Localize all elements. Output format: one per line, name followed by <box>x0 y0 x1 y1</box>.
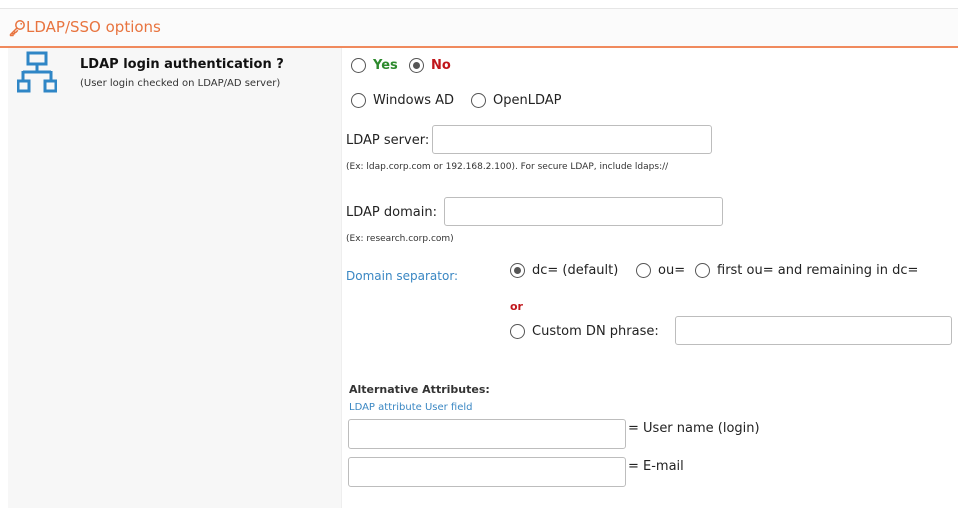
alt-attributes-heading: Alternative Attributes: <box>349 383 490 396</box>
section-header: LDAP/SSO options <box>0 9 958 48</box>
key-icon <box>9 20 25 37</box>
yes-label: Yes <box>373 58 398 73</box>
section-title: LDAP/SSO options <box>26 18 161 36</box>
column-divider <box>341 48 342 508</box>
ldap-server-label: LDAP server: <box>346 133 430 148</box>
domain-separator-label: Domain separator: <box>346 269 459 283</box>
ldap-server-input[interactable] <box>432 125 712 154</box>
ldap-domain-input[interactable] <box>444 197 723 226</box>
yes-radio[interactable] <box>351 58 366 73</box>
option-title: LDAP login authentication ? <box>80 57 284 72</box>
custom-dn-label: Custom DN phrase: <box>532 324 659 339</box>
custom-dn-radio[interactable] <box>510 324 525 339</box>
first-ou-label: first ou= and remaining in dc= <box>717 263 919 278</box>
first-ou-radio[interactable] <box>695 263 710 278</box>
option-label-column <box>8 48 341 508</box>
ou-label: ou= <box>658 263 686 278</box>
openldap-radio[interactable] <box>471 93 486 108</box>
or-label: or <box>510 300 523 313</box>
dc-default-radio[interactable] <box>510 263 525 278</box>
custom-dn-input[interactable] <box>675 316 952 345</box>
option-description: (User login checked on LDAP/AD server) <box>80 78 281 89</box>
no-label: No <box>431 58 451 73</box>
username-attribute-input[interactable] <box>348 419 626 449</box>
email-attribute-input[interactable] <box>348 457 626 487</box>
windows-ad-radio[interactable] <box>351 93 366 108</box>
alt-attributes-subheading: LDAP attribute User field <box>349 402 473 413</box>
openldap-label: OpenLDAP <box>493 93 562 108</box>
email-attribute-label: = E-mail <box>628 459 684 474</box>
dc-default-label: dc= (default) <box>532 263 619 278</box>
ldap-domain-hint: (Ex: research.corp.com) <box>346 234 454 244</box>
ldap-server-hint: (Ex: ldap.corp.com or 192.168.2.100). Fo… <box>346 162 669 172</box>
no-radio[interactable] <box>409 58 424 73</box>
network-icon <box>17 51 57 93</box>
ou-radio[interactable] <box>636 263 651 278</box>
windows-ad-label: Windows AD <box>373 93 455 108</box>
username-attribute-label: = User name (login) <box>628 421 760 436</box>
ldap-domain-label: LDAP domain: <box>346 205 437 220</box>
